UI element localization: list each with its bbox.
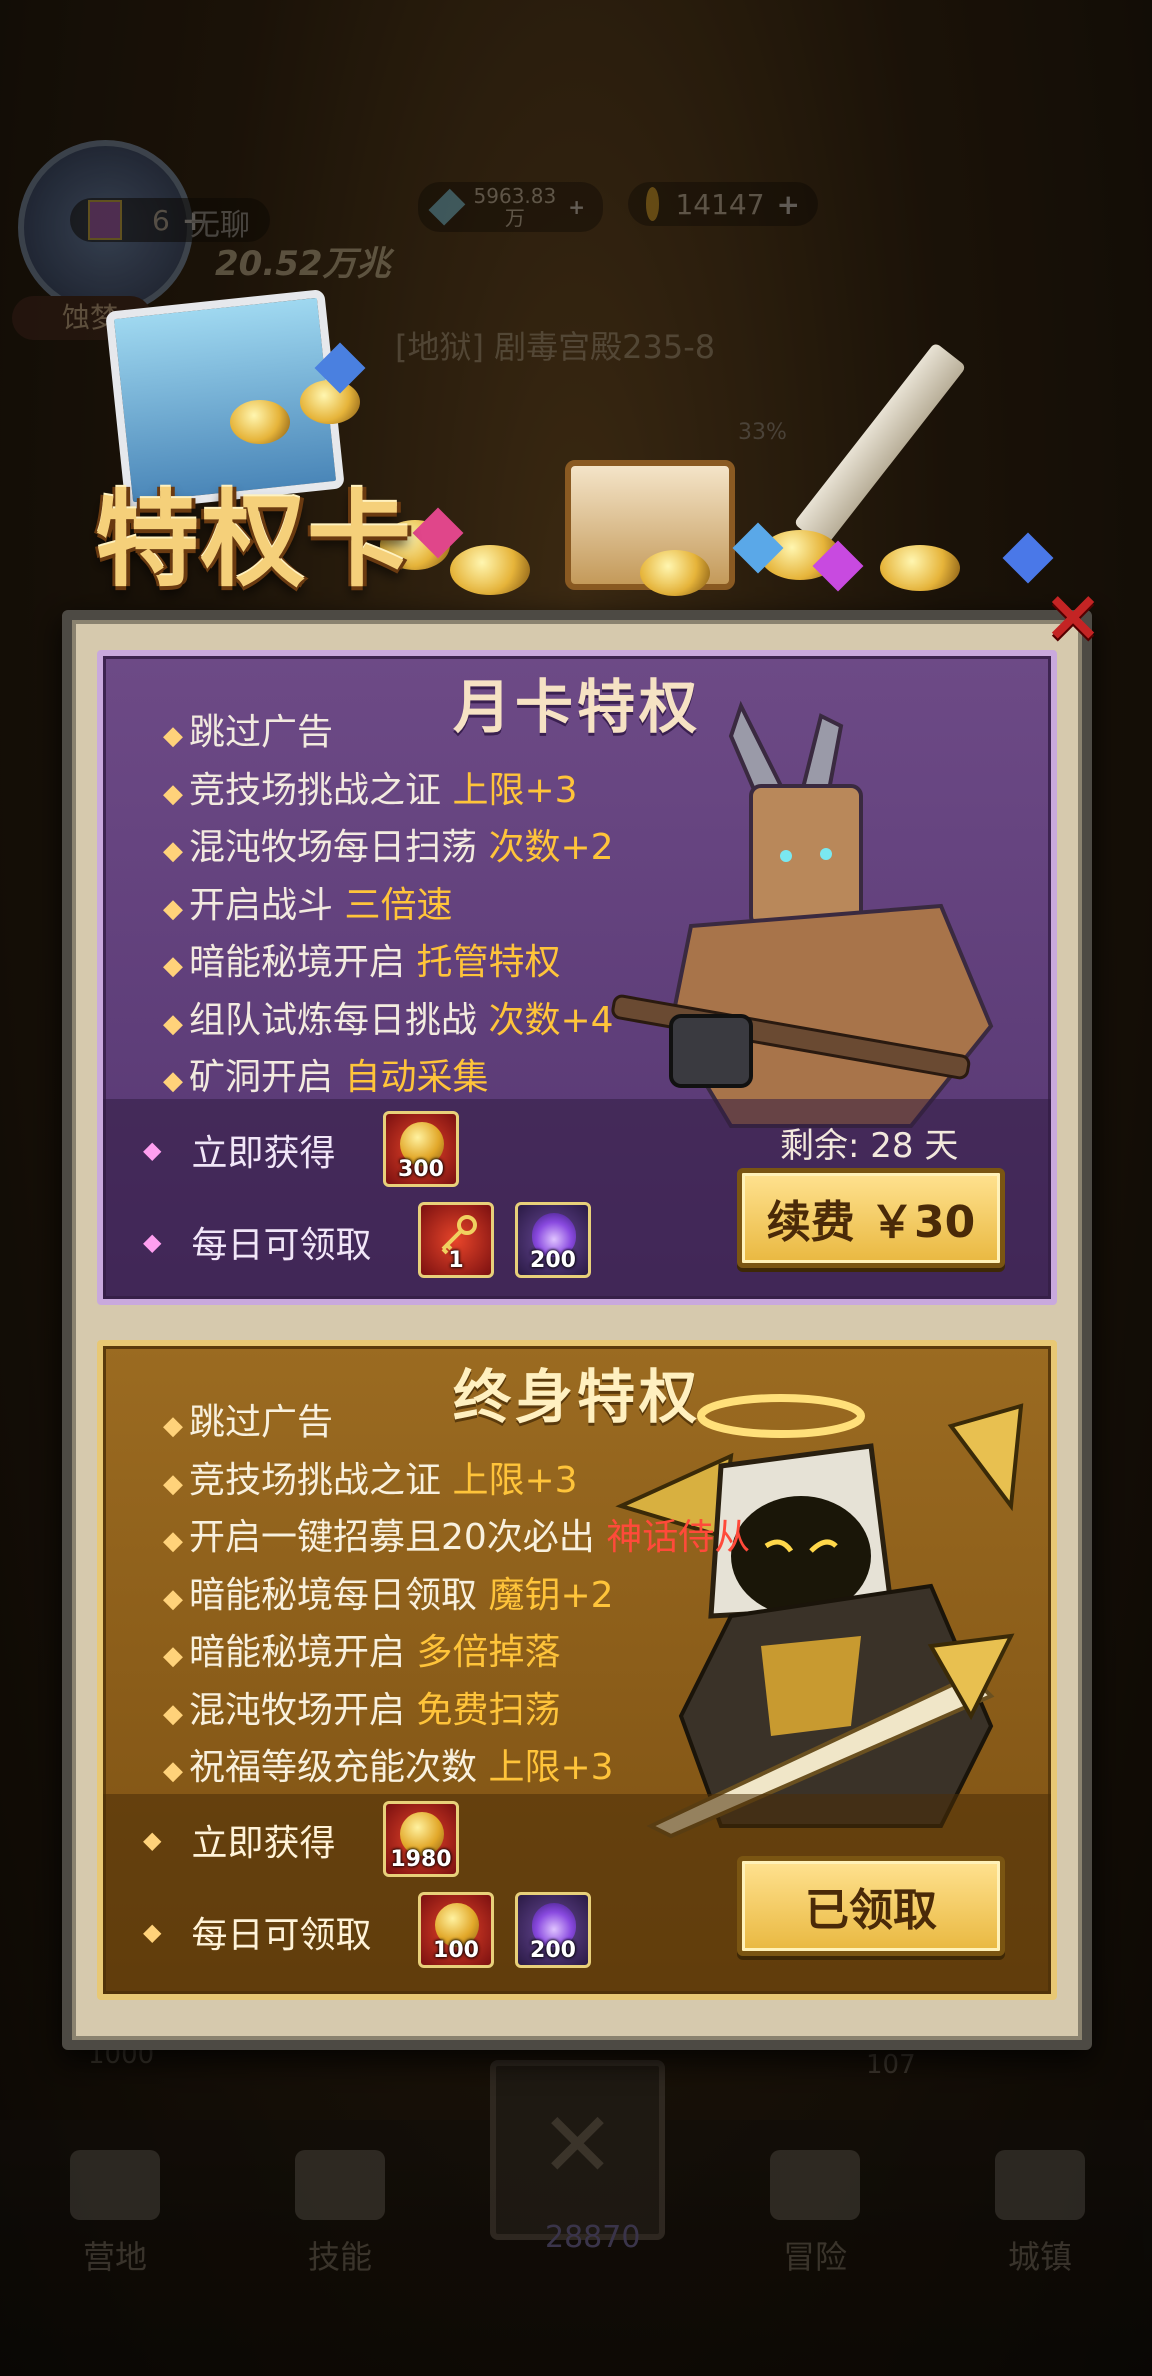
perk-item: ◆ 暗能秘境开启 托管特权	[163, 942, 561, 983]
perk-item: ◆ 暗能秘境开启 多倍掉落	[163, 1632, 561, 1673]
perk-item: ◆ 组队试炼每日挑战 次数+4	[163, 999, 614, 1041]
item-quantity: 300	[398, 1157, 444, 1182]
reward-item[interactable]: 1	[418, 1202, 494, 1278]
reward-item[interactable]: 100	[418, 1892, 494, 1968]
renew-button[interactable]: 续费 ￥30	[737, 1168, 1005, 1268]
claimed-button[interactable]: 已领取	[737, 1856, 1005, 1956]
perk-item: ◆ 混沌牧场每日扫荡 次数+2	[163, 827, 614, 868]
perk-item: ◆ 祝福等级充能次数 上限+3	[163, 1747, 614, 1788]
perk-item: ◆ 跳过广告	[163, 1402, 334, 1443]
knight-illustration	[611, 696, 1041, 1156]
close-icon[interactable]: ×	[1040, 579, 1106, 651]
daily-reward-label: ◆ 每日可领取	[143, 1915, 372, 1956]
reward-item[interactable]: 300	[383, 1111, 459, 1187]
perk-item: ◆ 开启战斗 三倍速	[163, 884, 453, 926]
item-quantity: 200	[530, 1248, 576, 1273]
item-quantity: 100	[433, 1938, 479, 1963]
instant-reward-label: ◆ 立即获得	[143, 1133, 336, 1174]
item-quantity: 1980	[390, 1847, 452, 1872]
item-quantity: 200	[530, 1938, 576, 1963]
item-quantity: 1	[448, 1248, 464, 1273]
perk-item: ◆ 暗能秘境每日领取 魔钥+2	[163, 1574, 614, 1616]
daily-reward-label: ◆ 每日可领取	[143, 1225, 372, 1266]
perk-item: ◆ 竞技场挑战之证 上限+3	[163, 1459, 578, 1501]
remaining-days: 剩余: 28 天	[780, 1126, 959, 1166]
perk-item: ◆ 混沌牧场开启 免费扫荡	[163, 1689, 561, 1731]
lifetime-perk-list: ◆ 跳过广告 ◆ 竞技场挑战之证 上限+3 ◆ 开启一键招募且20次必出 神话侍从 ◆…	[163, 1396, 750, 1799]
game-screen: 6 + 无聊 20.52万兆 5963.83 万 + 14147 + 蚀梦 [地…	[0, 0, 1152, 2376]
perk-item: ◆ 跳过广告	[163, 712, 334, 753]
perk-item: ◆ 开启一键招募且20次必出 神话侍从	[163, 1517, 751, 1558]
reward-item[interactable]: 1980	[383, 1801, 459, 1877]
instant-reward-label: ◆ 立即获得	[143, 1823, 336, 1864]
monthly-perk-list: ◆ 跳过广告 ◆ 竞技场挑战之证 上限+3 ◆ 混沌牧场每日扫荡 次数+2 ◆ 开启战斗…	[163, 706, 614, 1109]
popup-title: 特权卡	[95, 478, 414, 601]
reward-item[interactable]: 200	[515, 1202, 591, 1278]
perk-item: ◆ 竞技场挑战之证 上限+3	[163, 769, 578, 811]
reward-item[interactable]: 200	[515, 1892, 591, 1968]
